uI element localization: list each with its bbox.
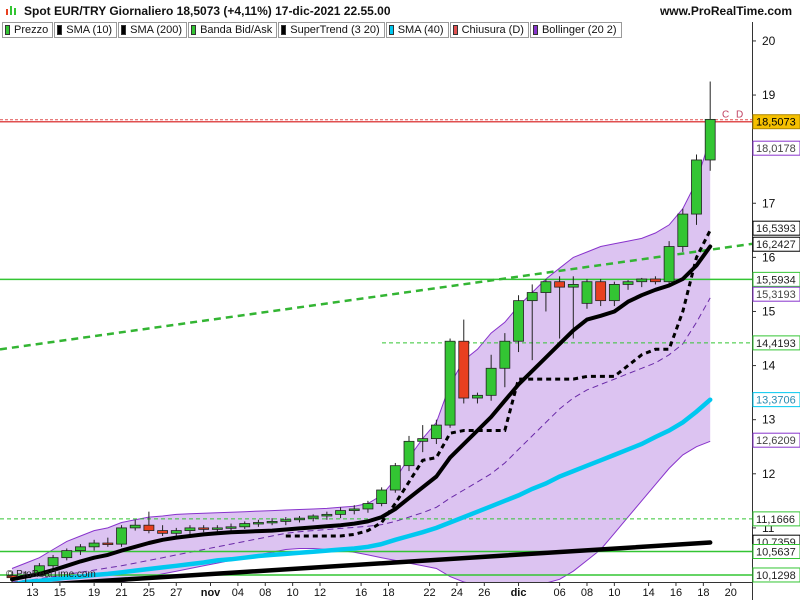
candle-body xyxy=(253,522,264,525)
price-label-text: 10,1298 xyxy=(756,570,796,582)
candle-body xyxy=(47,557,59,567)
candle-body xyxy=(403,440,415,467)
candle-body xyxy=(362,503,374,510)
candle-body xyxy=(170,530,182,534)
y-tick-label: 15 xyxy=(762,304,776,318)
candle-body xyxy=(458,340,470,399)
x-tick-label: 16 xyxy=(355,587,367,599)
y-tick-label: 12 xyxy=(762,467,776,481)
y-tick-label: 13 xyxy=(762,413,776,427)
plot-area xyxy=(0,81,752,582)
x-tick-label: 13 xyxy=(26,587,38,599)
candle-body xyxy=(266,521,278,524)
candle-body xyxy=(650,278,661,283)
candle-body xyxy=(704,118,716,161)
x-tick-label: 18 xyxy=(697,587,709,599)
candle-body xyxy=(430,424,442,440)
candle-body xyxy=(636,278,648,283)
candle-body xyxy=(554,281,565,288)
y-tick-label: 20 xyxy=(762,34,776,48)
candle-body xyxy=(348,508,360,511)
price-label-text: 10,5637 xyxy=(756,547,796,559)
x-tick-label: 27 xyxy=(170,587,182,599)
price-label-text: 13,3706 xyxy=(756,395,796,407)
close-daily-label: C D xyxy=(722,110,745,121)
candle-body xyxy=(335,510,346,515)
y-tick-label: 14 xyxy=(762,359,776,373)
candle-body xyxy=(485,367,497,396)
y-tick-label: 19 xyxy=(762,88,776,102)
candle-body xyxy=(307,515,319,519)
x-tick-label: 10 xyxy=(608,587,620,599)
x-tick-label: 08 xyxy=(581,587,593,599)
price-label-text: 16,2427 xyxy=(756,239,796,251)
candle-body xyxy=(225,526,237,529)
candle-body xyxy=(540,281,552,293)
x-tick-label: 21 xyxy=(115,587,127,599)
x-tick-label: 15 xyxy=(54,587,66,599)
x-tick-label: 18 xyxy=(382,587,394,599)
x-tick-label: 04 xyxy=(232,587,244,599)
x-tick-label: 06 xyxy=(553,587,565,599)
candle-body xyxy=(595,281,607,302)
candle-body xyxy=(321,513,333,517)
candle-body xyxy=(513,300,524,342)
candle-body xyxy=(472,394,483,399)
candle-body xyxy=(88,542,100,548)
candle-body xyxy=(608,284,620,302)
price-chart[interactable]: C D11121314151617192013 15 19 21 25 27 nov 04 08… xyxy=(0,0,800,600)
x-tick-label: nov xyxy=(201,587,221,599)
candle-body xyxy=(75,546,86,552)
candle-body xyxy=(116,527,127,545)
candle-body xyxy=(444,340,456,426)
candle-body xyxy=(691,159,702,215)
candle-body xyxy=(622,281,634,285)
x-tick-label: 08 xyxy=(259,587,271,599)
x-tick-label: 14 xyxy=(642,587,654,599)
candle-body xyxy=(499,340,511,369)
x-tick-label: 12 xyxy=(314,587,326,599)
price-label-text: 18,5073 xyxy=(756,117,796,129)
x-tick-label: dic xyxy=(511,587,527,599)
x-tick-label: 19 xyxy=(88,587,100,599)
x-tick-label: 16 xyxy=(670,587,682,599)
watermark: © ProRealTime.com xyxy=(6,569,96,580)
candle-body xyxy=(677,213,689,247)
x-tick-label: 22 xyxy=(423,587,435,599)
candle-body xyxy=(417,438,429,442)
candle-body xyxy=(280,519,292,522)
x-tick-label: 26 xyxy=(478,587,490,599)
y-tick-label: 16 xyxy=(762,250,776,264)
candle-body xyxy=(102,542,114,545)
candle-body xyxy=(157,530,168,534)
price-label-text: 18,0178 xyxy=(756,143,796,155)
x-tick-label: 25 xyxy=(143,587,155,599)
candle-body xyxy=(143,524,155,531)
candle-body xyxy=(239,523,251,528)
candle-body xyxy=(663,246,675,283)
candle-body xyxy=(581,281,593,304)
candle-body xyxy=(376,489,388,504)
x-tick-label: 20 xyxy=(725,587,737,599)
price-label-text: 12,6209 xyxy=(756,435,796,447)
candle-body xyxy=(61,550,73,559)
candle-body xyxy=(198,527,210,530)
candle-body xyxy=(294,517,305,521)
price-label-text: 14,4193 xyxy=(756,338,796,350)
price-label-text: 16,5393 xyxy=(756,223,796,235)
price-label-text: 15,5934 xyxy=(756,274,796,286)
candle-body xyxy=(526,292,538,302)
price-label-text: 11,1666 xyxy=(756,514,795,526)
x-tick-label: 10 xyxy=(287,587,299,599)
candle-body xyxy=(129,524,141,529)
candle-body xyxy=(184,527,196,531)
x-tick-label: 24 xyxy=(451,587,463,599)
candle-body xyxy=(211,527,223,530)
y-tick-label: 17 xyxy=(762,196,776,210)
candle-body xyxy=(567,284,579,288)
price-label-text: 15,3193 xyxy=(756,289,796,301)
candle-body xyxy=(389,465,401,491)
